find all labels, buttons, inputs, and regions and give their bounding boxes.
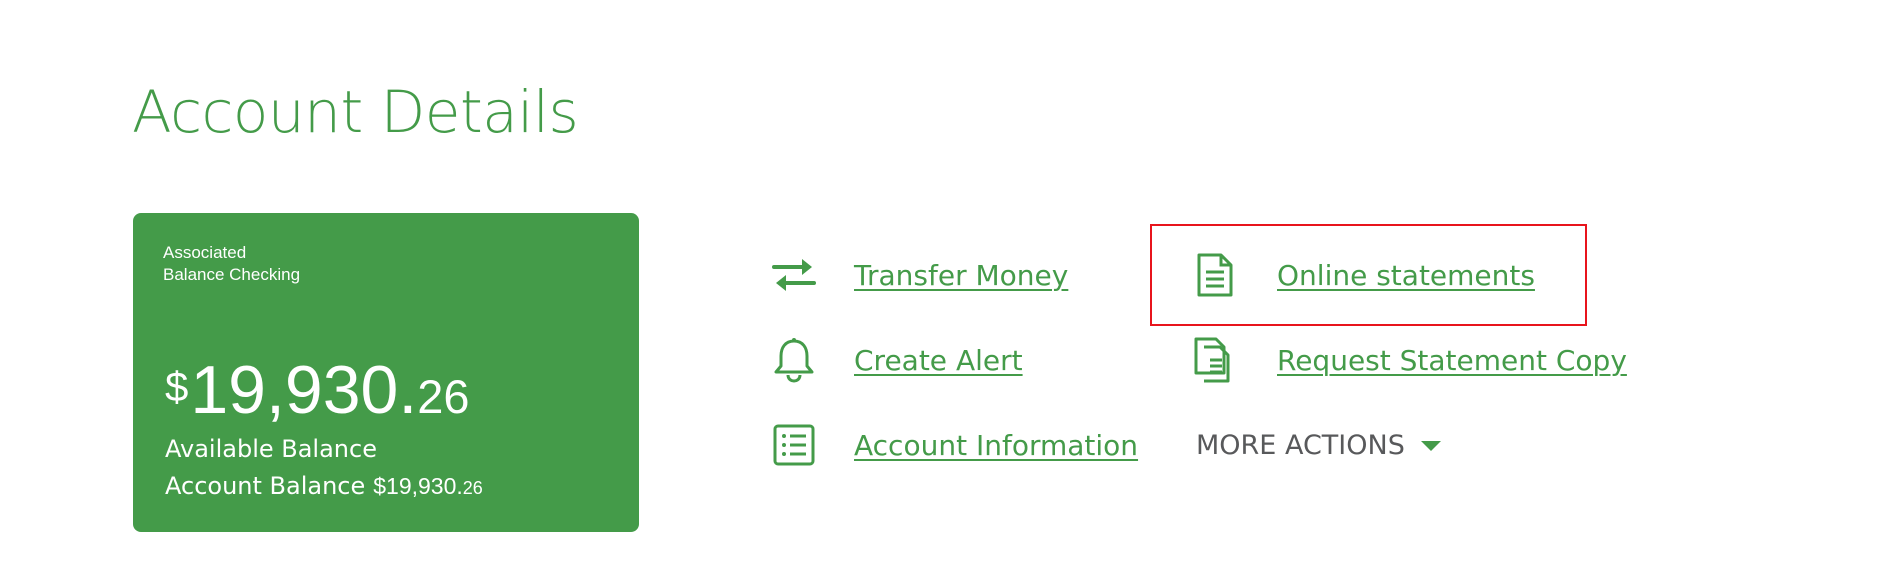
account-balance-whole: $19,930. <box>373 473 463 499</box>
copy-documents-icon <box>1190 335 1240 385</box>
list-document-icon <box>769 420 819 470</box>
create-alert-link[interactable]: Create Alert <box>854 344 1023 377</box>
available-balance-label: Available Balance <box>165 435 377 463</box>
more-actions-dropdown[interactable]: MORE ACTIONS <box>1196 430 1441 461</box>
more-actions-label: MORE ACTIONS <box>1196 430 1405 461</box>
account-card[interactable]: Associated Balance Checking $19,930.26 A… <box>133 213 639 532</box>
account-balance-label: Account Balance <box>165 472 366 500</box>
caret-down-icon <box>1420 440 1441 451</box>
create-alert-action[interactable]: Create Alert <box>769 335 1023 385</box>
currency-symbol: $ <box>165 363 189 410</box>
highlight-box <box>1150 224 1587 326</box>
account-information-action[interactable]: Account Information <box>769 420 1138 470</box>
bell-icon <box>769 335 819 385</box>
available-balance-whole: 19,930. <box>190 352 418 428</box>
transfer-money-action[interactable]: Transfer Money <box>769 250 1068 300</box>
account-balance-cents: 26 <box>462 478 483 498</box>
available-balance-value: $19,930.26 <box>165 356 470 424</box>
account-information-link[interactable]: Account Information <box>854 429 1138 462</box>
account-balance-row: Account Balance $19,930.26 <box>165 471 483 505</box>
account-name-line1: Associated <box>163 243 247 262</box>
transfer-money-link[interactable]: Transfer Money <box>854 259 1068 292</box>
request-statement-copy-link[interactable]: Request Statement Copy <box>1277 344 1627 377</box>
account-balance-value: $19,930.26 <box>373 473 483 499</box>
account-name-line2: Balance Checking <box>163 265 301 284</box>
account-name: Associated Balance Checking <box>163 242 300 286</box>
request-statement-copy-action[interactable]: Request Statement Copy <box>1190 335 1627 385</box>
transfer-arrows-icon <box>769 250 819 300</box>
available-balance-cents: 26 <box>417 370 470 423</box>
page-title: Account Details <box>132 78 579 146</box>
